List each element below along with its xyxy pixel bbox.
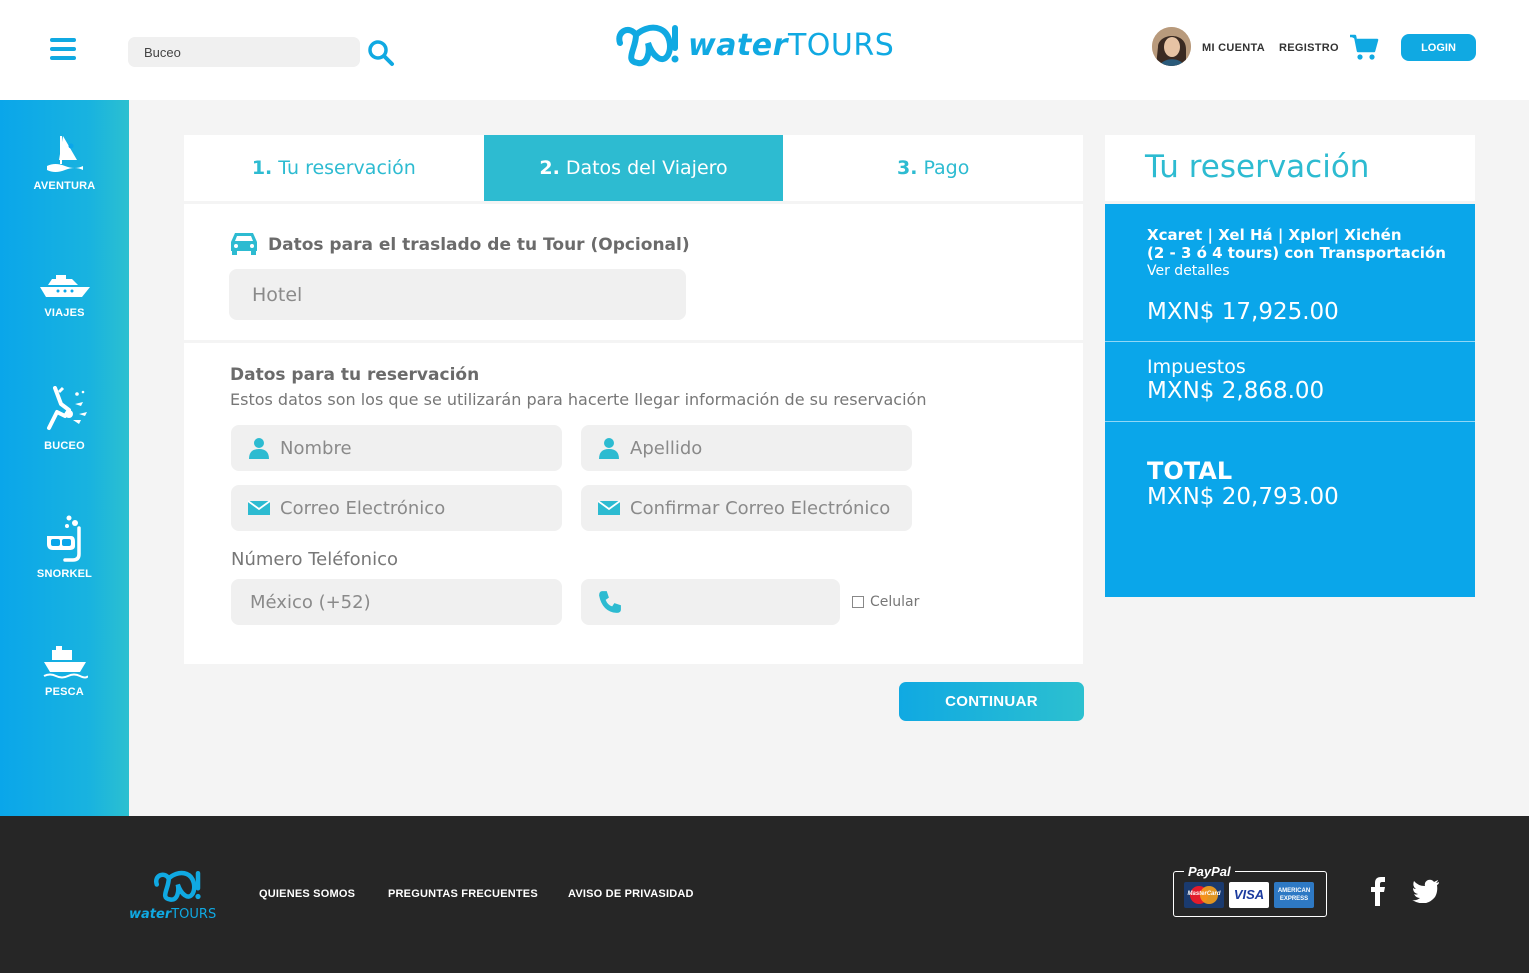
tour-price: MXN$ 17,925.00 bbox=[1147, 299, 1339, 325]
my-account-link[interactable]: MI CUENTA bbox=[1202, 42, 1265, 54]
footer-link-about[interactable]: QUIENES SOMOS bbox=[259, 888, 355, 900]
email-field[interactable] bbox=[231, 485, 562, 531]
country-code-value: México (+52) bbox=[250, 591, 371, 613]
checkbox-box[interactable] bbox=[852, 596, 864, 608]
phone-label: Número Teléfonico bbox=[231, 549, 398, 570]
envelope-icon bbox=[248, 500, 270, 515]
search-input[interactable] bbox=[128, 37, 360, 67]
logo-mark-icon bbox=[154, 870, 201, 902]
envelope-icon bbox=[598, 500, 620, 515]
name-input[interactable] bbox=[280, 425, 562, 471]
total-label: TOTAL bbox=[1147, 457, 1233, 485]
step-number: 1. bbox=[251, 157, 273, 179]
snorkel-icon bbox=[46, 515, 81, 562]
sidebar-item-aventura[interactable]: AVENTURA bbox=[0, 134, 129, 192]
sidebar: AVENTURA VIAJES BUCEO SNORKEL PESCA bbox=[0, 100, 129, 816]
tax-value: MXN$ 2,868.00 bbox=[1147, 378, 1325, 404]
sidebar-item-snorkel[interactable]: SNORKEL bbox=[0, 514, 129, 580]
mobile-label: Celular bbox=[870, 594, 920, 610]
payment-methods: PayPal MasterCard VISA AMERICAN EXPRESS bbox=[1173, 864, 1327, 917]
sidebar-item-label: BUCEO bbox=[44, 440, 85, 452]
country-code-select[interactable]: México (+52) bbox=[231, 579, 562, 625]
footer-link-faq[interactable]: PREGUNTAS FRECUENTES bbox=[388, 888, 538, 900]
name-field[interactable] bbox=[231, 425, 562, 471]
email-input[interactable] bbox=[280, 485, 562, 531]
footer: waterTOURS QUIENES SOMOS PREGUNTAS FRECU… bbox=[0, 816, 1529, 973]
sidebar-item-label: AVENTURA bbox=[33, 180, 96, 192]
divider bbox=[1105, 421, 1475, 422]
boat-icon bbox=[39, 275, 90, 297]
phone-icon bbox=[599, 591, 621, 613]
mastercard-icon: MasterCard bbox=[1184, 882, 1224, 908]
step-label: Tu reservación bbox=[278, 157, 416, 179]
footer-logo-text: waterTOURS bbox=[129, 907, 217, 922]
phone-input[interactable] bbox=[632, 579, 840, 625]
tour-name-line2: (2 - 3 ó 4 tours) con Transportación bbox=[1147, 244, 1446, 262]
lastname-input[interactable] bbox=[630, 425, 912, 471]
step-number: 2. bbox=[539, 157, 560, 179]
hotel-field[interactable] bbox=[229, 269, 686, 320]
summary-header: Tu reservación bbox=[1105, 135, 1475, 201]
tab-tu-reservacion[interactable]: 1. Tu reservación bbox=[184, 135, 484, 201]
logo-mark-icon bbox=[616, 24, 679, 67]
logo-text: waterTOURS bbox=[688, 27, 895, 63]
transfer-title: Datos para el traslado de tu Tour (Opcio… bbox=[268, 235, 690, 255]
step-label: Datos del Viajero bbox=[565, 157, 728, 179]
confirm-email-field[interactable] bbox=[581, 485, 912, 531]
summary-title: Tu reservación bbox=[1145, 149, 1370, 185]
sidebar-item-label: PESCA bbox=[45, 686, 84, 698]
login-button[interactable]: LOGIN bbox=[1401, 34, 1476, 61]
reservation-subtitle: Estos datos son los que se utilizarán pa… bbox=[230, 390, 927, 409]
search-icon[interactable] bbox=[367, 39, 395, 67]
visa-icon: VISA bbox=[1229, 882, 1269, 908]
reservation-title: Datos para tu reservación bbox=[230, 365, 480, 385]
cart-icon[interactable] bbox=[1349, 33, 1379, 61]
mobile-checkbox[interactable]: Celular bbox=[852, 594, 919, 610]
sidebar-item-label: VIAJES bbox=[44, 307, 85, 319]
diver-icon bbox=[46, 386, 87, 430]
menu-icon[interactable] bbox=[50, 38, 76, 60]
user-icon bbox=[599, 438, 619, 459]
tax-label: Impuestos bbox=[1147, 356, 1246, 378]
tour-name-line1: Xcaret | Xel Há | Xplor| Xichén bbox=[1147, 226, 1402, 244]
step-label: Pago bbox=[923, 157, 970, 179]
register-link[interactable]: REGISTRO bbox=[1279, 42, 1339, 54]
phone-field[interactable] bbox=[581, 579, 840, 625]
avatar[interactable] bbox=[1152, 27, 1191, 66]
sidebar-item-pesca[interactable]: PESCA bbox=[0, 646, 129, 698]
car-icon bbox=[231, 233, 257, 255]
hotel-input[interactable] bbox=[252, 269, 686, 320]
total-value: MXN$ 20,793.00 bbox=[1147, 484, 1339, 510]
tab-datos-viajero[interactable]: 2. Datos del Viajero bbox=[483, 135, 784, 201]
details-link[interactable]: Ver detalles bbox=[1147, 263, 1230, 279]
user-icon bbox=[249, 438, 269, 459]
checkout-steps: 1. Tu reservación 2. Datos del Viajero 3. P… bbox=[184, 135, 1083, 201]
windsurf-icon bbox=[46, 136, 83, 172]
paypal-label: PayPal bbox=[1184, 864, 1235, 879]
logo[interactable]: waterTOURS bbox=[614, 20, 894, 70]
twitter-icon[interactable] bbox=[1412, 879, 1440, 903]
fishing-boat-icon bbox=[43, 646, 88, 679]
summary-panel: Xcaret | Xel Há | Xplor| Xichén (2 - 3 ó… bbox=[1105, 204, 1475, 597]
divider bbox=[1105, 341, 1475, 342]
facebook-icon[interactable] bbox=[1370, 876, 1386, 906]
sidebar-item-buceo[interactable]: BUCEO bbox=[0, 386, 129, 452]
footer-link-privacy[interactable]: AVISO DE PRIVASIDAD bbox=[568, 888, 694, 900]
lastname-field[interactable] bbox=[581, 425, 912, 471]
user-photo-icon bbox=[1152, 27, 1191, 66]
sidebar-item-viajes[interactable]: VIAJES bbox=[0, 275, 129, 319]
sidebar-item-label: SNORKEL bbox=[36, 568, 93, 580]
tab-pago[interactable]: 3. Pago bbox=[783, 135, 1083, 201]
amex-icon: AMERICAN EXPRESS bbox=[1274, 882, 1314, 908]
header: waterTOURS MI CUENTA REGISTRO LOGIN bbox=[0, 0, 1529, 100]
step-number: 3. bbox=[896, 157, 918, 179]
continue-button[interactable]: CONTINUAR bbox=[899, 682, 1084, 721]
confirm-email-input[interactable] bbox=[630, 485, 912, 531]
footer-logo[interactable]: waterTOURS bbox=[129, 868, 216, 922]
